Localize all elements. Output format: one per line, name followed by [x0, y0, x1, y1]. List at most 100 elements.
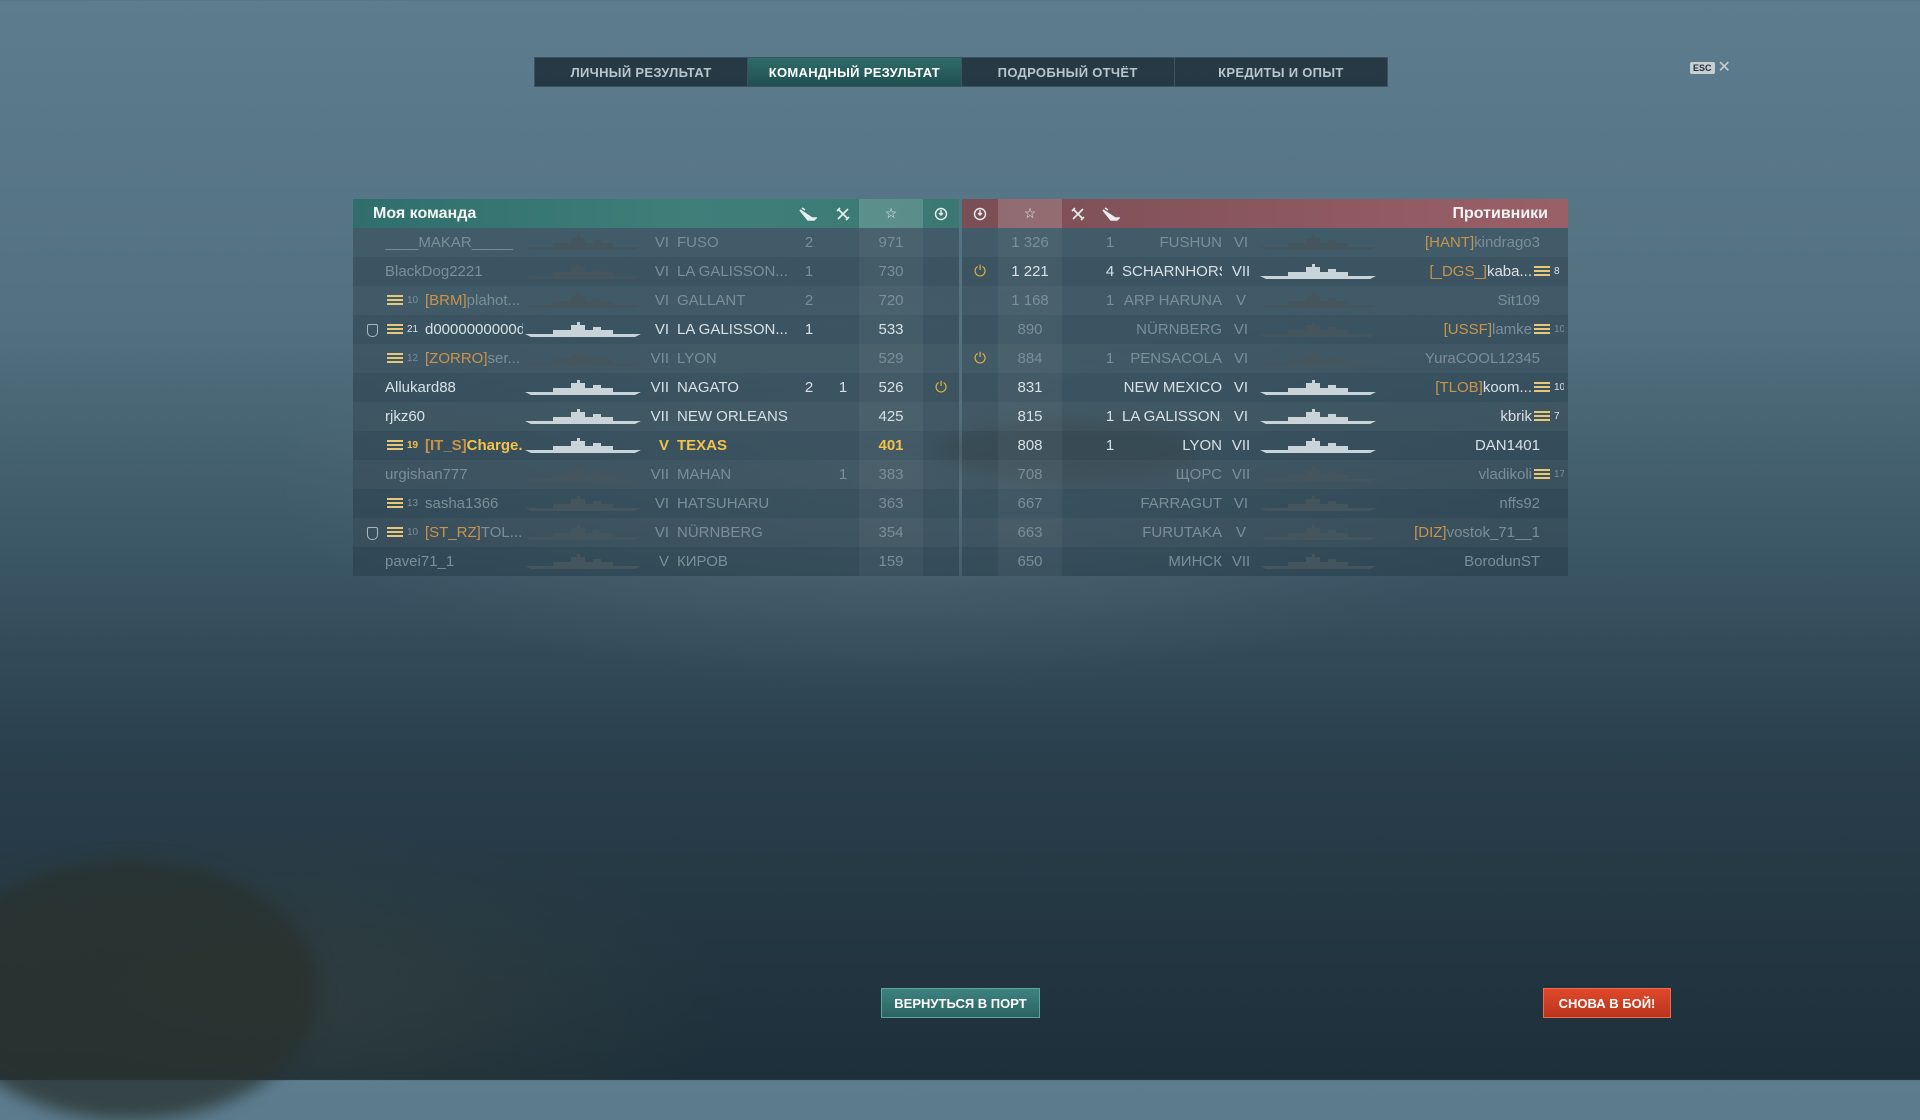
player-nickname: vladikoli	[1478, 466, 1532, 483]
player-nickname: Charge...	[466, 437, 523, 454]
player-name: rjkz60	[385, 402, 425, 431]
player-nickname: kindrago3	[1474, 234, 1540, 251]
enemy-team-list: 1 326 1 FUSHUN VI [HANT]kindrago3 ⏻ 1 221 4 SCHA…	[962, 228, 1568, 576]
rank-badge: 12	[387, 344, 418, 373]
player-nickname: BlackDog2221	[385, 263, 483, 280]
planes-destroyed: 1	[838, 466, 848, 483]
player-row[interactable]: pavei71_1 V КИРОВ 159	[353, 547, 959, 576]
ships-destroyed	[801, 518, 817, 547]
ship-tier: VII	[650, 350, 669, 367]
player-row[interactable]: 708 ЩОРС VII vladikoli 17	[962, 460, 1568, 489]
player-nickname: Allukard88	[385, 379, 456, 396]
player-name: [TLOB]koom...	[1435, 373, 1532, 402]
clan-tag: [IT_S]	[425, 437, 467, 454]
player-row[interactable]: 13 sasha1366 VI HATSUHARU 363	[353, 489, 959, 518]
base-capture-icon	[962, 286, 998, 315]
clan-tag: [ST_RZ]	[425, 524, 481, 541]
player-row[interactable]: 21 d0000000000d VI LA GALISSON... 1 533	[353, 315, 959, 344]
tab-personal-result[interactable]: ЛИЧНЫЙ РЕЗУЛЬТАТ	[535, 58, 749, 86]
clan-tag: [BRM]	[425, 292, 467, 309]
clan-tag: [TLOB]	[1435, 379, 1483, 396]
rank-stripes-icon	[387, 295, 403, 306]
planes-destroyed	[835, 286, 851, 315]
ship-sunk-icon	[1096, 199, 1126, 228]
ship-name: LYON	[1182, 437, 1222, 454]
base-capture-icon: ⏻	[974, 350, 986, 367]
player-row[interactable]: 19 [IT_S]Charge... V TEXAS 401	[353, 431, 959, 460]
player-row[interactable]: 831 NEW MEXICO VI [TLOB]koom... 10	[962, 373, 1568, 402]
tab-team-result[interactable]: КОМАНДНЫЙ РЕЗУЛЬТАТ	[748, 58, 962, 86]
base-capture-icon	[962, 547, 998, 576]
my-team-list: ____MAKAR_____ VI FUSO 2 971 BlackDog2221 VI LA…	[353, 228, 959, 576]
rank-stripes-icon	[1534, 469, 1550, 480]
ship-tier: VI	[1233, 350, 1249, 367]
base-capture-icon: ⏻	[974, 263, 986, 280]
player-row[interactable]: 1 168 1 ARP HARUNA V Sit109	[962, 286, 1568, 315]
player-row[interactable]: rjkz60 VII NEW ORLEANS 425	[353, 402, 959, 431]
my-team-header: Моя команда ☆	[353, 199, 959, 228]
ship-name: ЩОРС	[1175, 466, 1222, 483]
player-row[interactable]: 12 [ZORRO]ser... VII LYON 529	[353, 344, 959, 373]
ship-name: SCHARNHORST	[1122, 263, 1222, 280]
ships-destroyed: 2	[804, 379, 814, 396]
player-row[interactable]: 808 1 LYON VII DAN1401	[962, 431, 1568, 460]
player-name: [BRM]plahot...	[425, 286, 520, 315]
player-row[interactable]: ⏻ 1 221 4 SCHARNHORST VII [_DGS_]kaba... 8	[962, 257, 1568, 286]
player-row[interactable]: 650 МИНСК VII BorodunST	[962, 547, 1568, 576]
ship-name: LA GALISSON...	[677, 263, 788, 280]
player-row[interactable]: 667 FARRAGUT VI nffs92	[962, 489, 1568, 518]
ship-silhouette-icon	[1258, 525, 1378, 541]
planes-destroyed	[835, 547, 851, 576]
player-name: [ZORRO]ser...	[425, 344, 520, 373]
ship-tier: VI	[1233, 408, 1249, 425]
ship-silhouette-icon	[1258, 438, 1378, 454]
player-row[interactable]: 663 FURUTAKA V [DIZ]vostok_71__1	[962, 518, 1568, 547]
player-name: [IT_S]Charge...	[425, 431, 523, 460]
clan-tag: [_DGS_]	[1429, 263, 1487, 280]
ship-tier: VII	[1231, 553, 1251, 570]
player-row[interactable]: urgishan777 VII MAHAN 1 383	[353, 460, 959, 489]
division-icon	[367, 518, 378, 547]
tab-credits-exp[interactable]: КРЕДИТЫ И ОПЫТ	[1175, 58, 1387, 86]
base-experience: 1 326	[998, 228, 1062, 257]
player-nickname: koom...	[1482, 379, 1532, 396]
battle-again-button[interactable]: СНОВА В БОЙ!	[1543, 988, 1671, 1018]
close-button[interactable]: ESC ✕	[1690, 60, 1731, 76]
tab-detailed-report[interactable]: ПОДРОБНЫЙ ОТЧЁТ	[962, 58, 1175, 86]
rank-badge: 10	[1534, 315, 1564, 344]
base-capture-icon	[962, 489, 998, 518]
rank-badge: 10	[387, 286, 418, 315]
player-name: urgishan777	[385, 460, 468, 489]
clan-tag: [HANT]	[1424, 234, 1475, 251]
player-row[interactable]: Allukard88 VII NAGATO 2 1 526 ⏻	[353, 373, 959, 402]
player-row[interactable]: 1 326 1 FUSHUN VI [HANT]kindrago3	[962, 228, 1568, 257]
ships-destroyed: 2	[804, 292, 814, 309]
ship-name: FURUTAKA	[1142, 524, 1222, 541]
ship-name: ARP HARUNA	[1123, 292, 1222, 309]
base-experience: 884	[998, 344, 1062, 373]
ship-tier: VI	[654, 495, 669, 512]
base-capture-icon	[962, 402, 998, 431]
player-name: sasha1366	[425, 489, 498, 518]
ship-name: FARRAGUT	[1140, 495, 1222, 512]
return-to-port-button[interactable]: ВЕРНУТЬСЯ В ПОРТ	[881, 988, 1040, 1018]
base-experience: 1 221	[998, 257, 1062, 286]
base-experience: 363	[859, 489, 923, 518]
player-name: nffs92	[1499, 489, 1540, 518]
player-name: vladikoli	[1479, 460, 1532, 489]
base-experience: 425	[859, 402, 923, 431]
ship-silhouette-icon	[1258, 380, 1378, 396]
ship-name: TEXAS	[677, 437, 728, 454]
player-row[interactable]: ⏻ 884 1 PENSACOLA VI YuraCOOL12345	[962, 344, 1568, 373]
player-row[interactable]: BlackDog2221 VI LA GALISSON... 1 730	[353, 257, 959, 286]
player-row[interactable]: 890 NÜRNBERG VI [USSF]lamke 10	[962, 315, 1568, 344]
player-row[interactable]: 815 1 LA GALISSON... VI kbrik 7	[962, 402, 1568, 431]
base-experience: 667	[998, 489, 1062, 518]
player-row[interactable]: 10 [ST_RZ]TOL... VI NÜRNBERG 354	[353, 518, 959, 547]
ship-name: NAGATO	[677, 379, 739, 396]
ship-name: MAHAN	[677, 466, 732, 483]
player-row[interactable]: 10 [BRM]plahot... VI GALLANT 2 720	[353, 286, 959, 315]
player-row[interactable]: ____MAKAR_____ VI FUSO 2 971	[353, 228, 959, 257]
rank-badge: 13	[387, 489, 418, 518]
ship-silhouette-icon	[1258, 351, 1378, 367]
